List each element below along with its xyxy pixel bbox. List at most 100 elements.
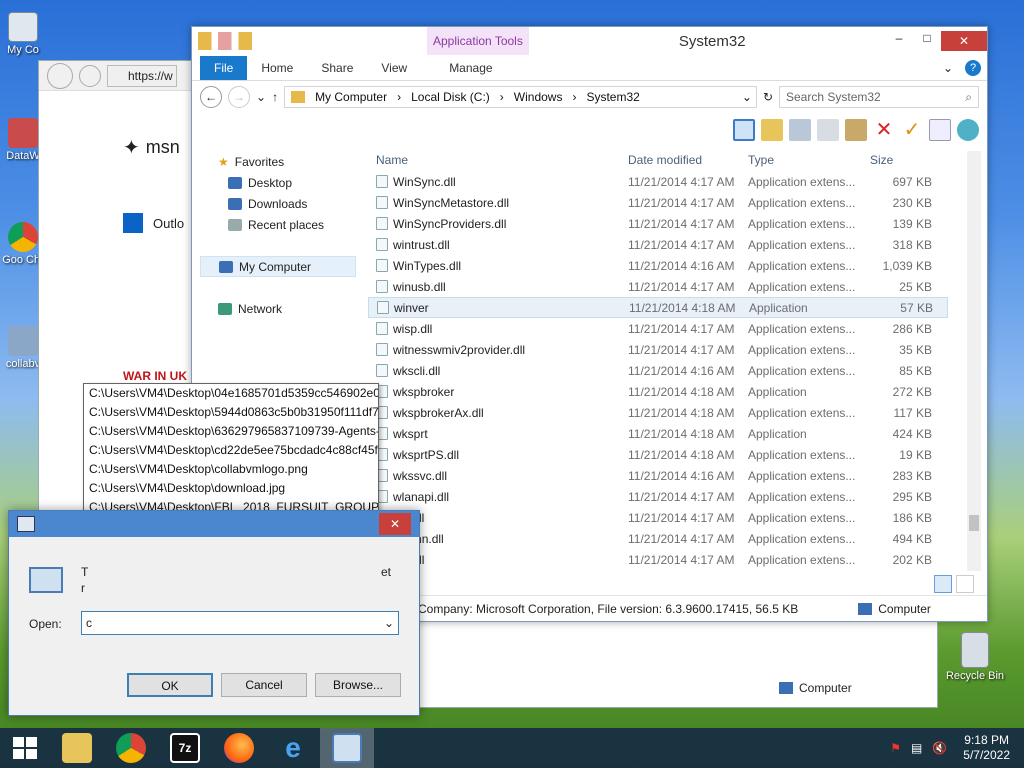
- file-row[interactable]: wkscli.dll 11/21/2014 4:16 AM Application …: [368, 360, 948, 381]
- action-center-flag-icon[interactable]: ⚑: [890, 741, 901, 755]
- forward-icon[interactable]: →: [228, 86, 250, 108]
- nav-favorites[interactable]: ★ Favorites: [200, 151, 356, 172]
- browse-button[interactable]: Browse...: [315, 673, 401, 697]
- file-date: 11/21/2014 4:17 AM: [628, 279, 735, 294]
- file-row[interactable]: WinSyncProviders.dll 11/21/2014 4:17 AM Ap…: [368, 213, 948, 234]
- nav-network[interactable]: Network: [200, 298, 356, 319]
- start-button[interactable]: [0, 728, 50, 768]
- recent-locations-icon[interactable]: ⌄: [256, 90, 266, 104]
- close-button[interactable]: ✕: [379, 513, 411, 535]
- close-button[interactable]: ✕: [941, 31, 987, 51]
- taskbar-firefox[interactable]: [212, 728, 266, 768]
- copy-icon[interactable]: [817, 119, 839, 141]
- news-headline[interactable]: WAR IN UK: [123, 369, 187, 383]
- volume-muted-icon[interactable]: 🔇: [932, 741, 947, 755]
- back-icon[interactable]: ←: [200, 86, 222, 108]
- breadcrumb-my-computer[interactable]: My Computer: [315, 90, 387, 104]
- details-view-icon[interactable]: [934, 575, 952, 593]
- file-row[interactable]: wkssvc.dll 11/21/2014 4:16 AM Application …: [368, 465, 948, 486]
- file-row[interactable]: winusb.dll 11/21/2014 4:17 AM Application …: [368, 276, 948, 297]
- checkmark-icon[interactable]: ✓: [901, 119, 923, 141]
- autocomplete-item[interactable]: C:\Users\VM4\Desktop\download.jpg: [84, 479, 378, 498]
- properties-icon[interactable]: [929, 119, 951, 141]
- file-date: 11/21/2014 4:17 AM: [628, 489, 735, 504]
- file-row[interactable]: wisp.dll 11/21/2014 4:17 AM Application ex…: [368, 318, 948, 339]
- chevron-down-icon[interactable]: ⌄: [384, 616, 394, 630]
- clock[interactable]: 9:18 PM 5/7/2022: [963, 733, 1010, 763]
- file-row[interactable]: wkspbrokerAx.dll 11/21/2014 4:18 AM Applic…: [368, 402, 948, 423]
- taskbar-chrome[interactable]: [104, 728, 158, 768]
- file-row[interactable]: nConn.dll11/21/2014 4:17 AMApplication e…: [368, 528, 948, 549]
- file-row[interactable]: wksprtPS.dll 11/21/2014 4:18 AM Applicatio…: [368, 444, 948, 465]
- tab-file[interactable]: File: [200, 56, 248, 80]
- tab-manage[interactable]: Manage: [435, 56, 506, 80]
- paste-icon[interactable]: [845, 119, 867, 141]
- file-row[interactable]: WinSyncMetastore.dll 11/21/2014 4:17 AM Ap…: [368, 192, 948, 213]
- cancel-button[interactable]: Cancel: [221, 673, 307, 697]
- breadcrumb-system32[interactable]: System32: [586, 90, 639, 104]
- refresh-icon[interactable]: ↻: [763, 90, 773, 104]
- file-row[interactable]: wlanapi.dll 11/21/2014 4:17 AM Application…: [368, 486, 948, 507]
- open-combobox[interactable]: c ⌄: [81, 611, 399, 635]
- autocomplete-item[interactable]: C:\Users\VM4\Desktop\5944d0863c5b0b31950…: [84, 403, 378, 422]
- msn-logo[interactable]: ✦ msn: [123, 135, 180, 160]
- column-date[interactable]: Date modified: [628, 153, 748, 167]
- taskbar-explorer[interactable]: [50, 728, 104, 768]
- autocomplete-item[interactable]: C:\Users\VM4\Desktop\636297965837109739-…: [84, 422, 378, 441]
- view-icons[interactable]: [883, 657, 923, 671]
- quick-access-toolbar[interactable]: [198, 32, 282, 50]
- tab-view[interactable]: View: [367, 56, 421, 80]
- taskbar-run[interactable]: [320, 728, 374, 768]
- taskbar-7zip[interactable]: 7z: [158, 728, 212, 768]
- scrollbar[interactable]: [967, 151, 981, 571]
- globe-icon[interactable]: [957, 119, 979, 141]
- autocomplete-item[interactable]: C:\Users\VM4\Desktop\cd22de5ee75bcdadc4c…: [84, 441, 378, 460]
- file-row[interactable]: winver 11/21/2014 4:18 AM Application 57 KB: [368, 297, 948, 318]
- open-input[interactable]: c: [86, 616, 92, 630]
- address-bar[interactable]: My Computer › Local Disk (C:) › Windows › S…: [284, 86, 757, 108]
- file-row[interactable]: witnesswmiv2provider.dll 11/21/2014 4:17 …: [368, 339, 948, 360]
- minimize-button[interactable]: –: [885, 31, 913, 51]
- tab-home[interactable]: Home: [247, 56, 307, 80]
- forward-icon[interactable]: [79, 64, 101, 87]
- outlook-link[interactable]: Outlo: [123, 213, 184, 233]
- ok-button[interactable]: OK: [127, 673, 213, 697]
- tab-share[interactable]: Share: [307, 56, 367, 80]
- column-type[interactable]: Type: [748, 153, 866, 167]
- up-icon[interactable]: ↑: [272, 90, 278, 104]
- file-row[interactable]: WinTypes.dll 11/21/2014 4:16 AM Applicatio…: [368, 255, 948, 276]
- breadcrumb-local-disk[interactable]: Local Disk (C:): [411, 90, 490, 104]
- breadcrumb-windows[interactable]: Windows: [514, 90, 563, 104]
- folder-options-icon[interactable]: [761, 119, 783, 141]
- expand-ribbon-icon[interactable]: ⌄: [943, 61, 953, 75]
- autocomplete-item[interactable]: C:\Users\VM4\Desktop\collabvmlogo.png: [84, 460, 378, 479]
- large-icons-view-icon[interactable]: [956, 575, 974, 593]
- file-row[interactable]: WinSync.dll 11/21/2014 4:17 AM Application…: [368, 171, 948, 192]
- file-row[interactable]: wksprt 11/21/2014 4:18 AM Application 424 K…: [368, 423, 948, 444]
- maximize-button[interactable]: □: [913, 31, 941, 51]
- nav-desktop[interactable]: Desktop: [200, 172, 356, 193]
- nav-my-computer[interactable]: My Computer: [200, 256, 356, 277]
- cut-icon[interactable]: [789, 119, 811, 141]
- address-bar[interactable]: https://w: [107, 64, 177, 87]
- preview-pane-icon[interactable]: [733, 119, 755, 141]
- file-row[interactable]: cfg.dll11/21/2014 4:17 AMApplication ext…: [368, 507, 948, 528]
- file-row[interactable]: wkspbroker 11/21/2014 4:18 AM Application 2…: [368, 381, 948, 402]
- desktop-icon-recycle-bin[interactable]: Recycle Bin: [942, 632, 1008, 682]
- nav-downloads[interactable]: Downloads: [200, 193, 356, 214]
- desktop-icon-my-computer[interactable]: My Co: [0, 12, 46, 56]
- address-dropdown-icon[interactable]: ⌄: [742, 90, 756, 104]
- nav-recent-places[interactable]: Recent places: [200, 214, 356, 235]
- column-size[interactable]: Size: [866, 153, 932, 167]
- file-row[interactable]: dlg.dll11/21/2014 4:17 AMApplication ext…: [368, 549, 948, 570]
- scrollbar-thumb[interactable]: [969, 515, 979, 531]
- network-status-icon[interactable]: ▤: [911, 741, 922, 755]
- taskbar-ie[interactable]: e: [266, 728, 320, 768]
- help-icon[interactable]: ?: [965, 60, 981, 76]
- back-icon[interactable]: [47, 62, 73, 89]
- search-input[interactable]: Search System32 ⌕: [779, 86, 979, 108]
- file-row[interactable]: wintrust.dll 11/21/2014 4:17 AM Applicatio…: [368, 234, 948, 255]
- autocomplete-item[interactable]: C:\Users\VM4\Desktop\04e1685701d5359cc54…: [84, 384, 378, 403]
- delete-icon[interactable]: ✕: [873, 119, 895, 141]
- column-name[interactable]: Name: [368, 153, 628, 167]
